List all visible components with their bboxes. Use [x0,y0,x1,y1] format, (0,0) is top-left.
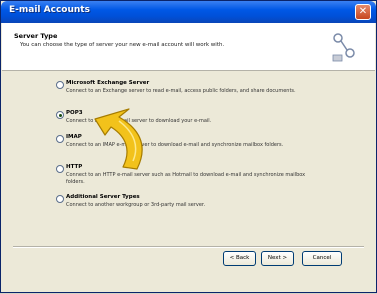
page-title: Server Type [14,32,58,40]
option-additional-description: Connect to another workgroup or 3rd-part… [66,202,206,208]
footer-divider [13,246,364,248]
back-button[interactable]: < Back [223,251,256,266]
window-title: E-mail Accounts [9,5,90,15]
radio-exchange[interactable] [56,81,64,89]
option-http-label: HTTP [66,164,83,170]
title-bar[interactable]: E-mail Accounts ✕ [1,1,376,23]
email-accounts-dialog: E-mail Accounts ✕ Server Type You can ch… [0,0,377,293]
option-imap-description: Connect to an IMAP e-mail server to down… [66,142,284,148]
server-connection-icon [332,33,355,62]
option-exchange-label: Microsoft Exchange Server [66,80,150,86]
radio-imap[interactable] [56,135,64,143]
page-subtitle: You can choose the type of server your n… [20,42,225,48]
option-http-description: Connect to an HTTP e-mail server such as… [66,172,306,185]
cancel-button[interactable]: Cancel [302,251,342,266]
radio-pop3[interactable] [56,111,64,119]
option-imap-label: IMAP [66,134,82,140]
radio-http[interactable] [56,165,64,173]
wizard-header: Server Type You can choose the type of s… [2,23,375,71]
option-pop3-label: POP3 [66,110,83,116]
option-additional-label: Additional Server Types [66,194,140,200]
close-button[interactable]: ✕ [355,4,371,20]
option-pop3-description: Connect to a POP3 e-mail server to downl… [66,118,212,124]
option-exchange-description: Connect to an Exchange server to read e-… [66,88,296,94]
next-button[interactable]: Next > [261,251,294,266]
radio-additional[interactable] [56,195,64,203]
